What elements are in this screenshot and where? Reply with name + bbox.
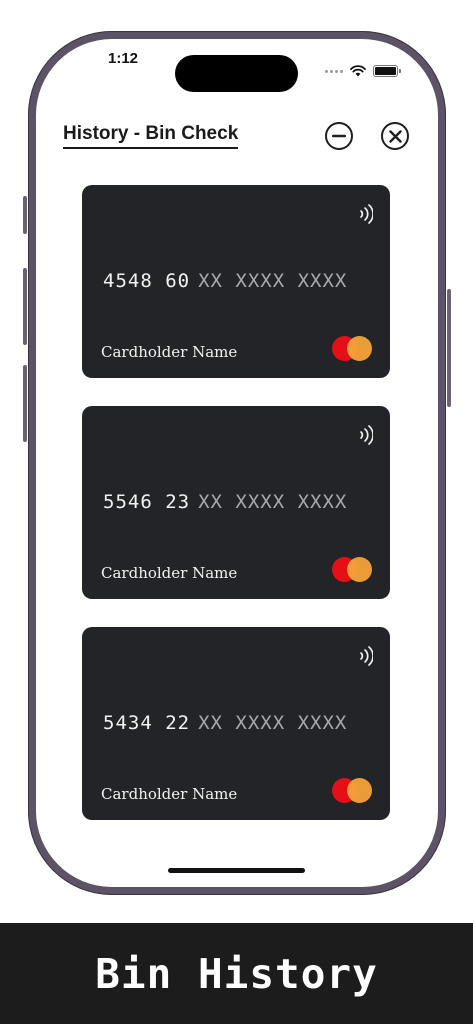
card-bin: 4548 60 <box>103 270 191 292</box>
mastercard-logo <box>332 778 372 803</box>
minimize-button[interactable] <box>325 122 353 150</box>
minus-circle-icon <box>332 134 346 138</box>
mastercard-logo <box>332 336 372 361</box>
phone-screen: 1:12 History - Bin Check 4548 60 XX XXXX … <box>36 39 438 887</box>
dynamic-island <box>175 55 298 92</box>
cellular-signal-icon <box>325 69 343 73</box>
caption-bar: Bin History <box>0 923 473 1024</box>
home-indicator[interactable] <box>168 868 305 873</box>
history-card[interactable]: 5546 23 XX XXXX XXXX Cardholder Name <box>82 406 390 599</box>
page-title: History - Bin Check <box>63 123 239 149</box>
cardholder-name: Cardholder Name <box>101 785 238 803</box>
contactless-icon <box>360 425 373 445</box>
close-circle-icon <box>388 129 402 143</box>
status-icons <box>325 65 401 77</box>
cardholder-name: Cardholder Name <box>101 564 238 582</box>
card-bin: 5434 22 <box>103 712 191 734</box>
history-card[interactable]: 5434 22 XX XXXX XXXX Cardholder Name <box>82 627 390 820</box>
history-card[interactable]: 4548 60 XX XXXX XXXX Cardholder Name <box>82 185 390 378</box>
card-number: 5434 22 XX XXXX XXXX <box>103 712 347 734</box>
side-button <box>447 289 451 407</box>
mastercard-logo <box>332 557 372 582</box>
volume-down-button <box>23 365 27 442</box>
contactless-icon <box>360 646 373 666</box>
wifi-icon <box>350 65 366 77</box>
battery-icon <box>373 65 401 77</box>
cardholder-name: Cardholder Name <box>101 343 238 361</box>
status-time: 1:12 <box>107 50 139 67</box>
card-number: 5546 23 XX XXXX XXXX <box>103 491 347 513</box>
card-bin: 5546 23 <box>103 491 191 513</box>
card-masked-digits: XX XXXX XXXX <box>198 270 348 292</box>
card-number: 4548 60 XX XXXX XXXX <box>103 270 347 292</box>
contactless-icon <box>360 204 373 224</box>
card-masked-digits: XX XXXX XXXX <box>198 491 348 513</box>
close-button[interactable] <box>381 122 409 150</box>
caption-text: Bin History <box>95 949 378 998</box>
mute-switch <box>23 196 27 234</box>
volume-up-button <box>23 268 27 345</box>
card-masked-digits: XX XXXX XXXX <box>198 712 348 734</box>
